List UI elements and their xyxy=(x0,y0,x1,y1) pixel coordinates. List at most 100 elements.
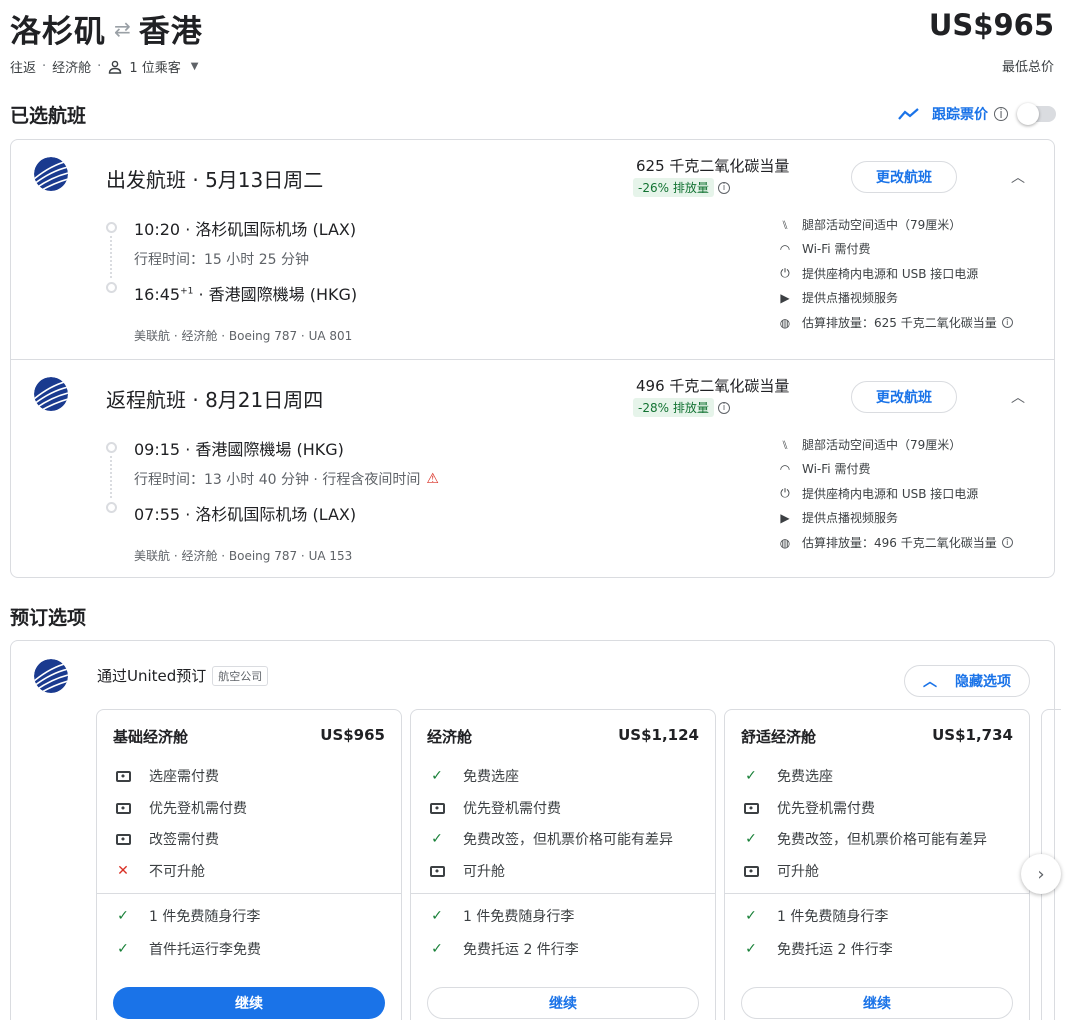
info-icon[interactable]: i xyxy=(718,182,730,194)
departure: 10:20 · 洛杉矶国际机场 (LAX) xyxy=(134,220,357,239)
arrive-dot xyxy=(106,502,117,513)
feature-text: 优先登机需付费 xyxy=(463,801,561,817)
departure: 09:15 · 香港國際機場 (HKG) xyxy=(134,440,344,459)
feature-text: 改签需付费 xyxy=(149,832,219,848)
continue-button[interactable]: 继续 xyxy=(741,987,1013,1019)
change-flight-button[interactable]: 更改航班 xyxy=(851,381,957,413)
feature-text: 优先登机需付费 xyxy=(149,801,247,817)
fee-icon: • xyxy=(741,863,761,879)
book-with-airline: 通过United预订 航空公司 xyxy=(97,665,269,686)
check-icon: ✓ xyxy=(745,831,757,847)
arrive-dot xyxy=(106,282,117,293)
fare-feature: • 优先登机需付费 xyxy=(113,798,247,818)
fare-baggage: ✓ 1 件免费随身行李 xyxy=(427,906,574,926)
fare-baggage: ✓ 1 件免费随身行李 xyxy=(741,906,888,926)
fare-feature: • 优先登机需付费 xyxy=(741,798,875,818)
info-icon[interactable]: i xyxy=(718,402,730,414)
check-icon: ✓ xyxy=(431,768,443,784)
seat-icon: ⑊ xyxy=(781,217,789,232)
fare-price: US$1,734 xyxy=(932,726,1013,744)
feature-text: 选座需付费 xyxy=(149,769,219,785)
baggage-text: 1 件免费随身行李 xyxy=(463,909,575,925)
destination-city: 香港 xyxy=(138,14,203,50)
feature-text: 免费改签，但机票价格可能有差异 xyxy=(777,832,987,848)
depart-dot xyxy=(106,222,117,233)
fare-feature: ✓ 免费选座 xyxy=(427,766,519,786)
duration-text: 行程时间：13 小时 40 分钟 · 行程含夜间时间 xyxy=(134,472,421,488)
video-icon: ▶ xyxy=(780,510,790,525)
info-icon[interactable]: i xyxy=(1001,317,1013,328)
feature-text: 免费选座 xyxy=(777,769,833,785)
warning-icon: ⚠ xyxy=(426,471,439,487)
next-arrow-icon[interactable]: › xyxy=(1021,854,1061,894)
fare-economy: 经济舱 US$1,124 ✓ 免费选座 • 优先登机需付费 ✓ 免费改签，但机票价格可… xyxy=(410,709,716,1020)
united-logo xyxy=(34,377,68,411)
airline-info: 美联航 · 经济舱 · Boeing 787 · UA 801 xyxy=(134,329,353,343)
co2-badge: -28% 排放量 xyxy=(633,398,714,417)
collapse-chevron-icon[interactable]: ︿ xyxy=(1011,387,1025,407)
route-line xyxy=(110,236,112,278)
wifi-icon: ◠ xyxy=(779,241,791,256)
change-flight-button[interactable]: 更改航班 xyxy=(851,161,957,193)
amenity-text: 腿部活动空间适中（79厘米） xyxy=(802,218,962,232)
amenity-text: 提供点播视频服务 xyxy=(802,291,899,305)
duration: 行程时间：15 小时 25 分钟 xyxy=(134,252,309,268)
amenity-text: 提供座椅内电源和 USB 接口电源 xyxy=(802,487,979,501)
amenity-wifi: ◠ Wi-Fi 需付费 xyxy=(776,460,871,477)
feature-text: 优先登机需付费 xyxy=(777,801,875,817)
cross-icon: ✕ xyxy=(117,863,129,879)
track-prices-toggle[interactable] xyxy=(1017,103,1056,125)
amenity-video: ▶ 提供点播视频服务 xyxy=(776,509,898,526)
trip-meta: 往返 · 经济舱 · 1 位乘客 ▼ xyxy=(10,57,198,76)
continue-button[interactable]: 继续 xyxy=(113,987,385,1019)
lowest-total-price: US$965 xyxy=(928,8,1054,42)
co2-amount: 496 千克二氧化碳当量 xyxy=(636,377,790,395)
power-plug-icon: ⏻ xyxy=(780,486,790,500)
separator: · xyxy=(42,59,47,74)
fee-icon: • xyxy=(741,800,761,816)
passenger-selector[interactable]: 1 位乘客 ▼ xyxy=(107,57,198,76)
globe-icon: ◍ xyxy=(779,535,791,550)
fare-baggage: ✓ 1 件免费随身行李 xyxy=(113,906,260,926)
cabin-class: 经济舱 xyxy=(52,61,92,76)
return-flight: 返程航班 · 8月21日周四 496 千克二氧化碳当量 -28% 排放量 i 更… xyxy=(11,360,1054,579)
baggage-text: 1 件免费随身行李 xyxy=(777,909,889,925)
amenity-power: ⏻ 提供座椅内电源和 USB 接口电源 xyxy=(776,265,978,282)
collapse-chevron-icon[interactable]: ︿ xyxy=(1011,167,1025,187)
fare-feature: • 改签需付费 xyxy=(113,829,219,849)
route-line xyxy=(110,456,112,498)
fare-name: 舒适经济舱 xyxy=(741,728,817,746)
track-prices[interactable]: 跟踪票价 i xyxy=(898,103,1056,125)
fare-divider xyxy=(411,893,715,894)
fare-premium-economy: 舒适经济舱 US$1,734 ✓ 免费选座 • 优先登机需付费 ✓ 免费改签，但机票价… xyxy=(724,709,1030,1020)
amenity-power: ⏻ 提供座椅内电源和 USB 接口电源 xyxy=(776,485,978,502)
co2-badge: -26% 排放量 xyxy=(633,178,714,197)
person-icon xyxy=(109,60,122,74)
next-day-marker: +1 xyxy=(180,286,194,297)
fee-icon: • xyxy=(113,768,133,784)
fee-icon: • xyxy=(427,863,447,879)
arrival: 16:45+1 · 香港國際機場 (HKG) xyxy=(134,281,357,305)
power-plug-icon: ⏻ xyxy=(780,266,790,280)
continue-button[interactable]: 继续 xyxy=(427,987,699,1019)
amenity-text: Wi-Fi 需付费 xyxy=(802,462,871,476)
check-icon: ✓ xyxy=(117,908,129,924)
swap-icon: ⇄ xyxy=(114,16,131,41)
info-icon[interactable]: i xyxy=(994,107,1008,121)
check-icon: ✓ xyxy=(745,908,757,924)
fare-feature: ✓ 免费选座 xyxy=(741,766,833,786)
check-icon: ✓ xyxy=(431,908,443,924)
co2-amount: 625 千克二氧化碳当量 xyxy=(636,157,790,175)
price-note: 最低总价 xyxy=(1001,60,1054,75)
feature-text: 免费改签，但机票价格可能有差异 xyxy=(463,832,673,848)
fare-price: US$1,124 xyxy=(618,726,699,744)
fare-feature: • 可升舱 xyxy=(741,861,819,881)
info-icon[interactable]: i xyxy=(1001,537,1013,548)
baggage-text: 1 件免费随身行李 xyxy=(149,909,261,925)
arrival-time: 16:45 xyxy=(134,285,181,304)
booking-options-title: 预订选项 xyxy=(10,607,87,629)
amenity-emissions: ◍ 估算排放量：496 千克二氧化碳当量 i xyxy=(776,534,1013,551)
hide-options-button[interactable]: ︿ 隐藏选项 xyxy=(904,665,1030,697)
amenity-emissions: ◍ 估算排放量：625 千克二氧化碳当量 i xyxy=(776,314,1013,331)
video-icon: ▶ xyxy=(780,290,790,305)
